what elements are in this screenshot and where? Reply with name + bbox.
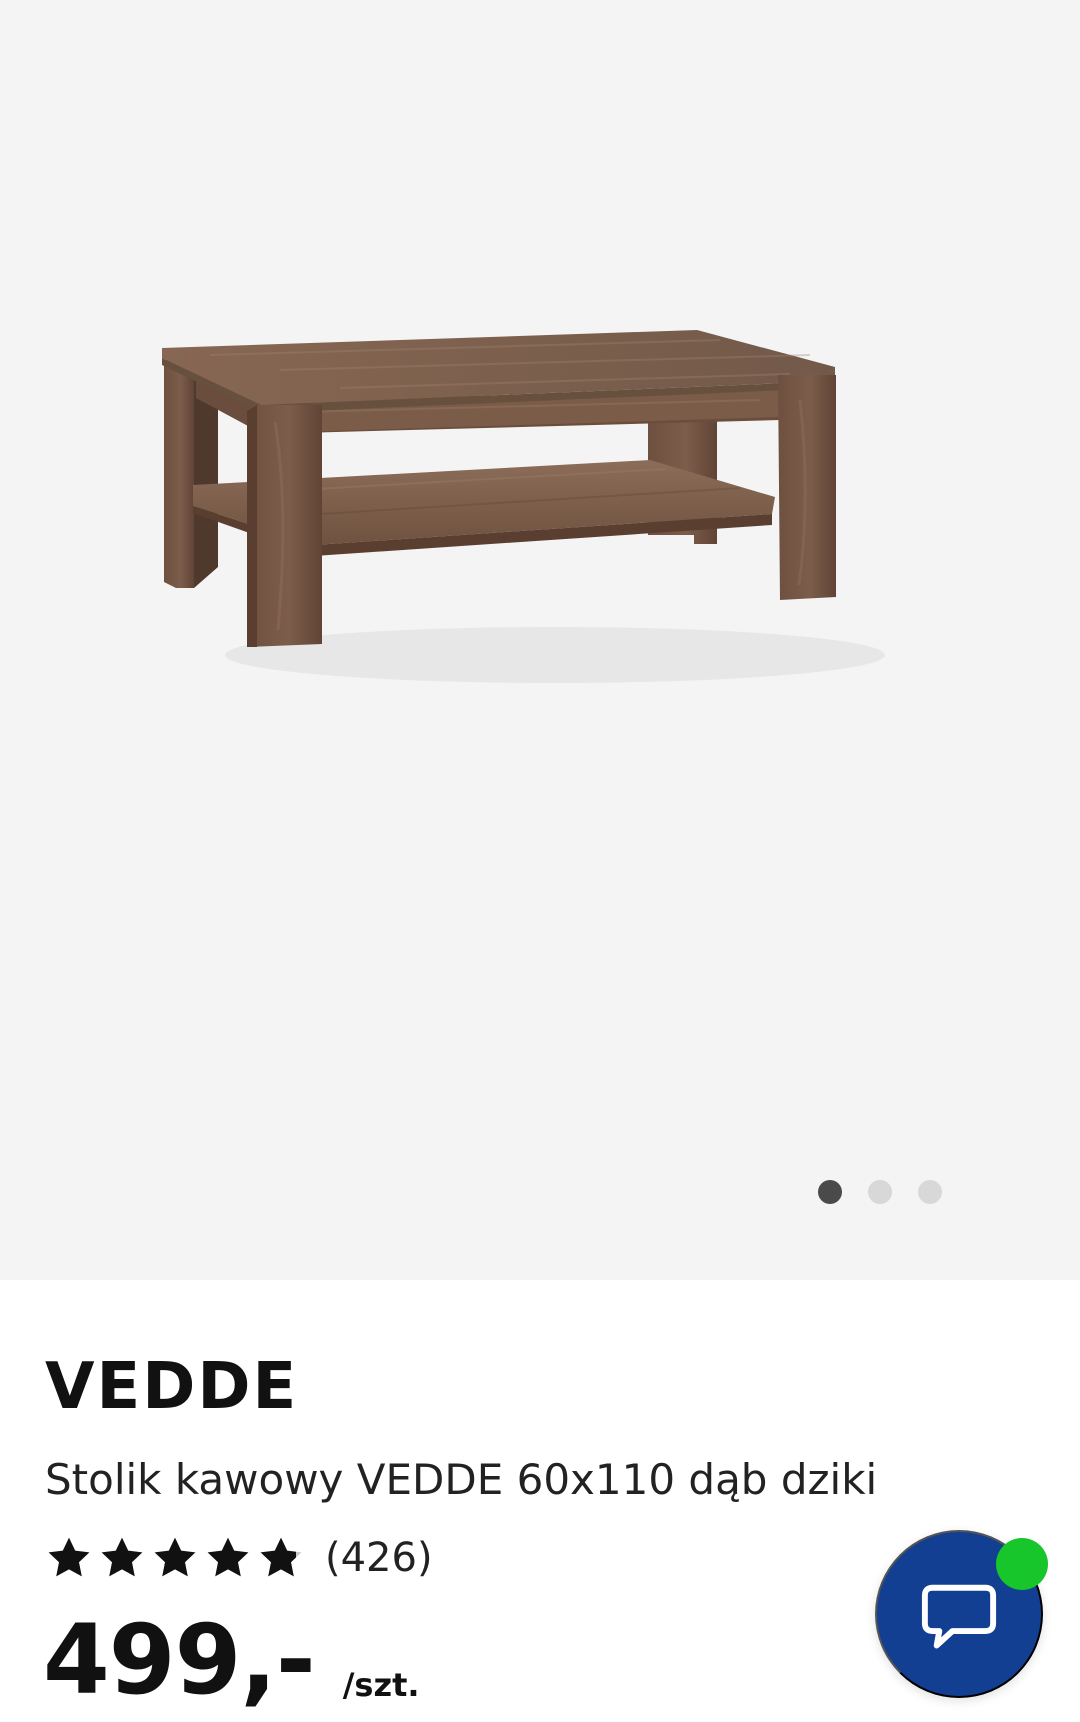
product-rating[interactable]: (426) (45, 1534, 433, 1582)
star-icon (101, 1537, 143, 1577)
star-icon (207, 1537, 249, 1577)
product-brand: VEDDE (45, 1350, 299, 1424)
image-dot-3[interactable] (918, 1180, 942, 1204)
product-description: Stolik kawowy VEDDE 60x110 dąb dziki (45, 1455, 878, 1504)
coffee-table-image (162, 330, 885, 683)
online-status-dot (996, 1538, 1048, 1590)
star-icon (154, 1537, 196, 1577)
review-count[interactable]: (426) (325, 1535, 433, 1581)
image-pagination (818, 1180, 942, 1204)
rating-stars (45, 1534, 305, 1582)
chat-bubble-icon (921, 1584, 997, 1649)
product-price: 499,- /szt. (43, 1612, 420, 1708)
star-half-icon (260, 1537, 302, 1577)
price-value: 499,- (43, 1604, 316, 1716)
star-icon (48, 1537, 90, 1577)
price-unit: /szt. (342, 1666, 420, 1704)
product-image-gallery[interactable] (0, 0, 1080, 1280)
image-dot-2[interactable] (868, 1180, 892, 1204)
image-dot-1[interactable] (818, 1180, 842, 1204)
